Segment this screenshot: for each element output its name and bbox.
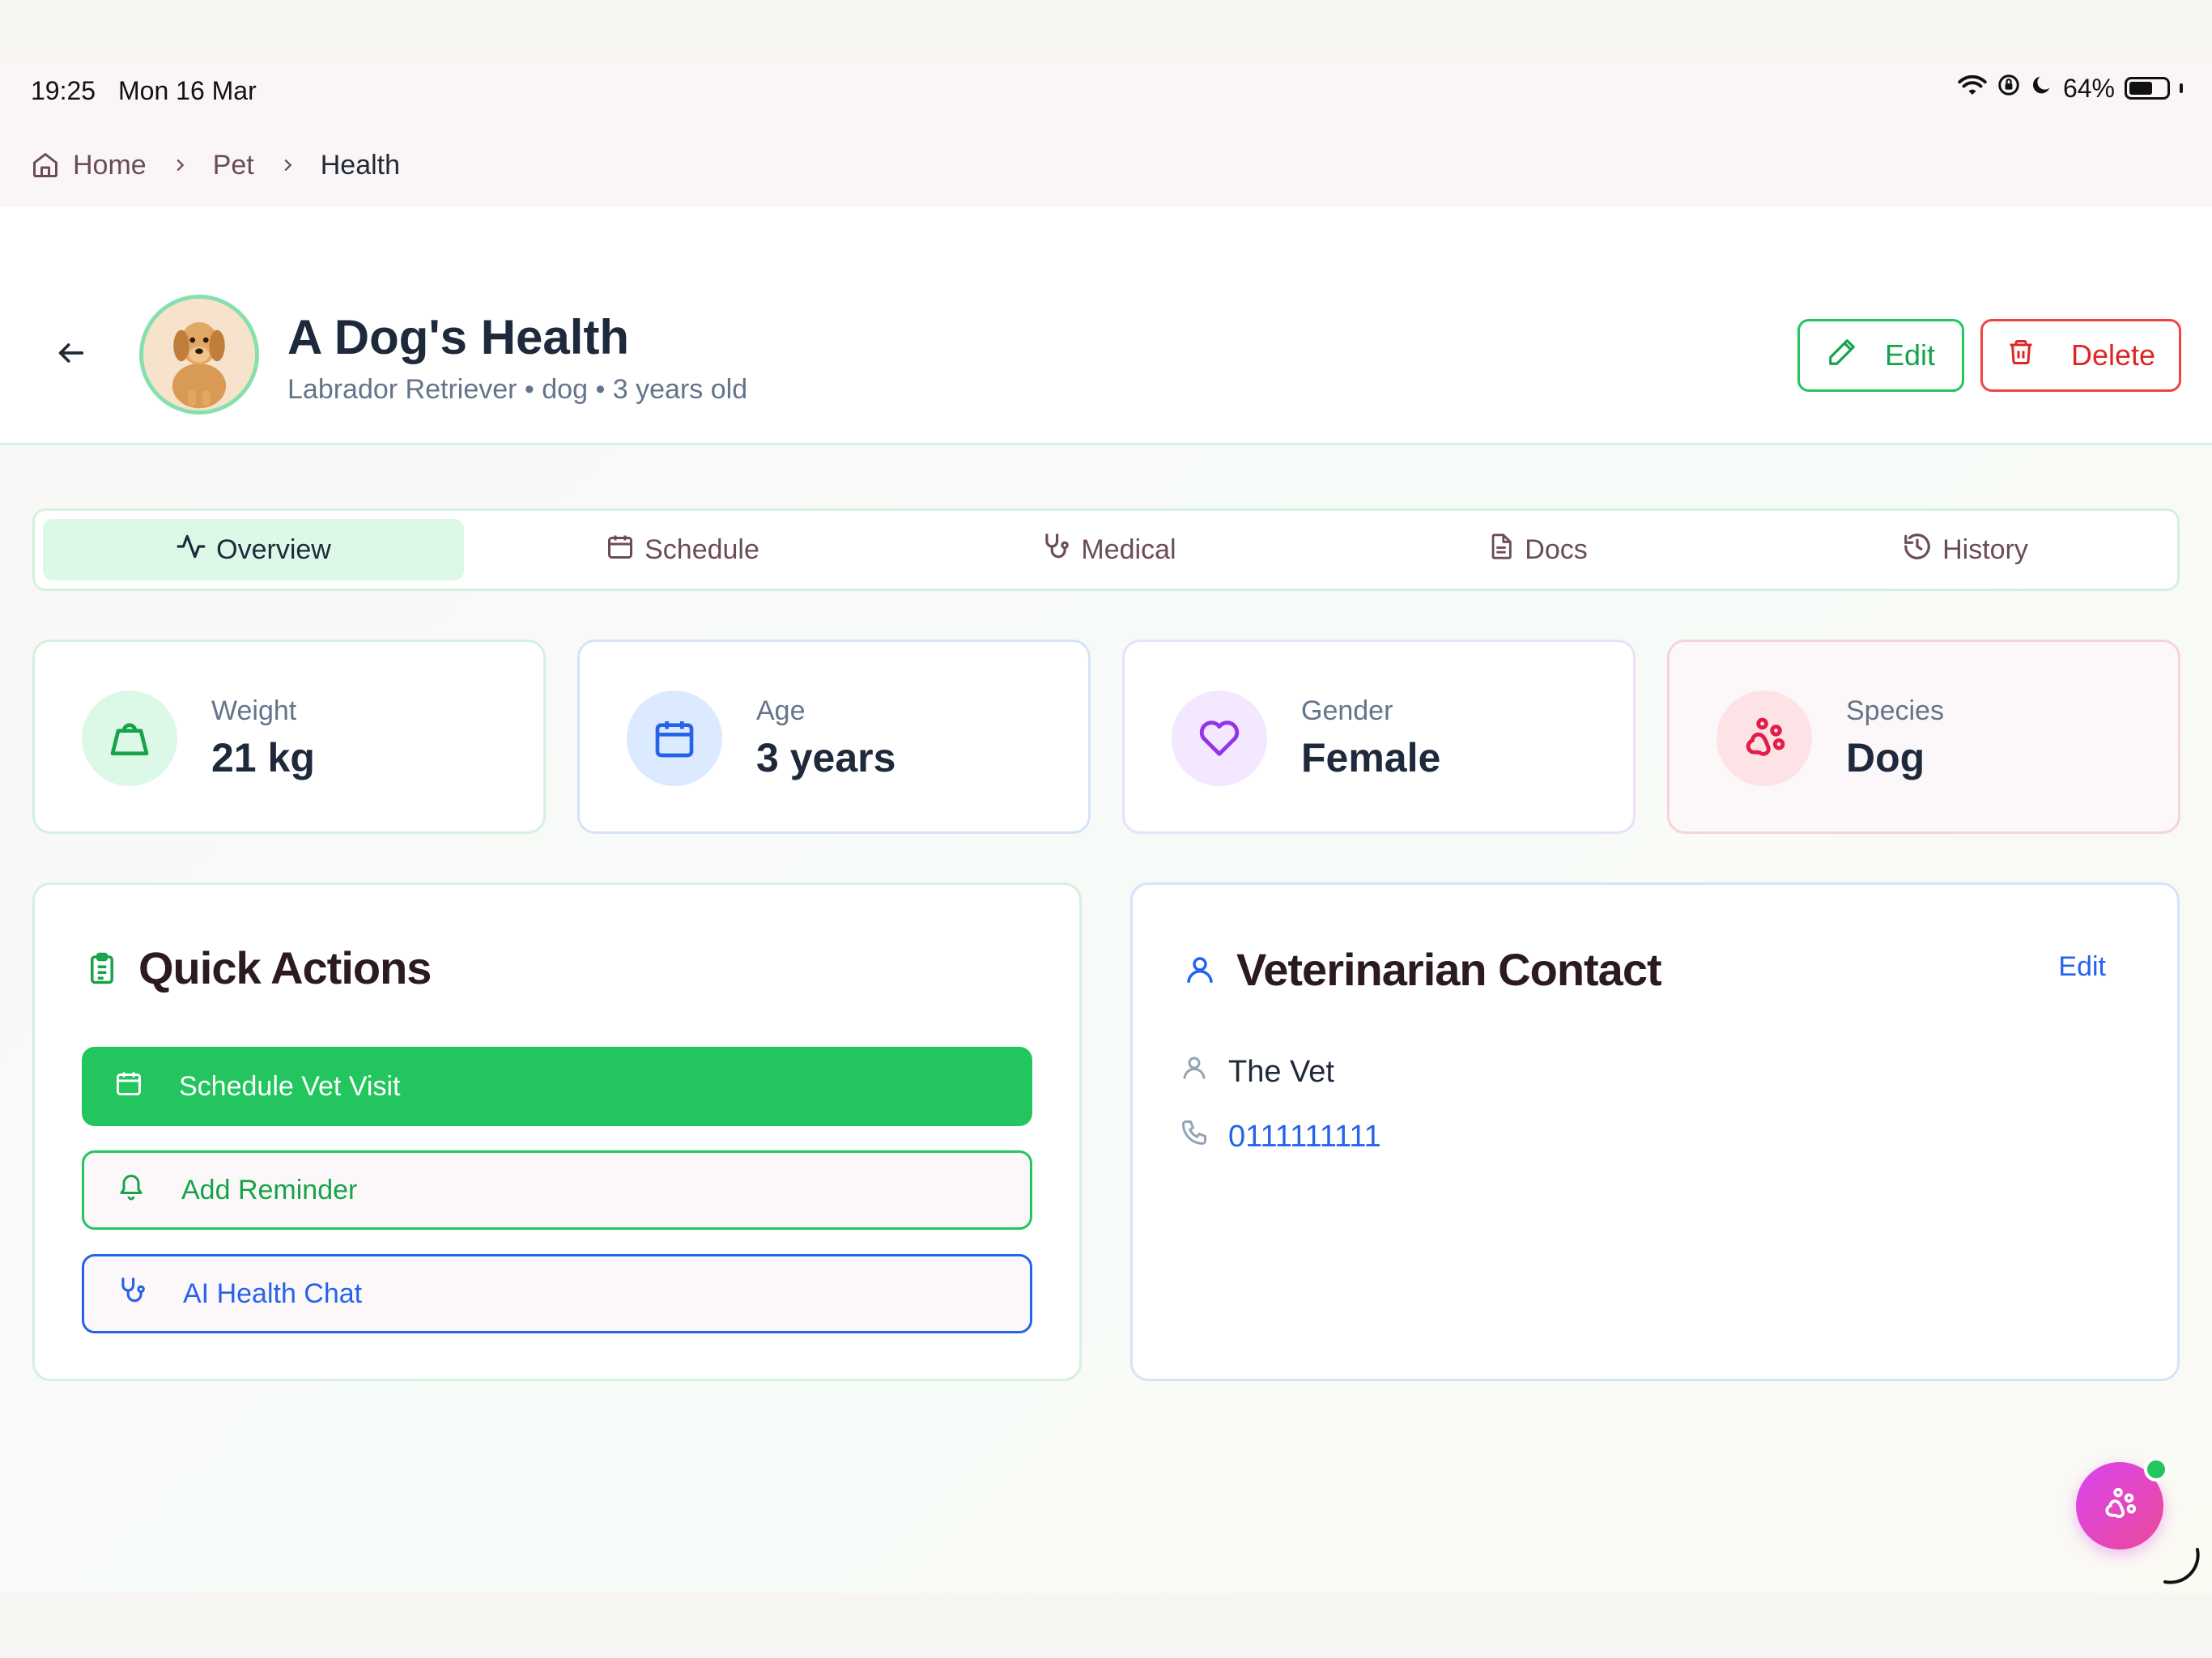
- bottom-band: [0, 1593, 2212, 1658]
- stat-card-gender: Gender Female: [1122, 640, 1636, 834]
- battery-nub: [2180, 83, 2183, 93]
- calendar-icon: [627, 691, 722, 786]
- trash-icon: [2006, 337, 2035, 375]
- breadcrumb-home[interactable]: Home: [73, 150, 147, 181]
- status-bar: 19:25 Mon 16 Mar 64%: [0, 58, 2212, 123]
- battery-percent: 64%: [2062, 73, 2115, 103]
- stat-label: Gender: [1301, 695, 1393, 726]
- orientation-lock-icon: [1997, 73, 2021, 104]
- user-icon: [1183, 951, 1217, 993]
- button-label: Add Reminder: [181, 1174, 358, 1205]
- breadcrumb: Home Pet Health: [0, 123, 2212, 207]
- back-arrow-icon[interactable]: [55, 337, 87, 373]
- delete-button-label: Delete: [2070, 338, 2156, 372]
- paw-icon: [1716, 691, 1812, 786]
- chevron-right-icon: [171, 156, 189, 174]
- stat-label: Species: [1846, 695, 1944, 726]
- breadcrumb-health: Health: [320, 149, 401, 181]
- phone-icon: [1180, 1118, 1209, 1155]
- delete-button[interactable]: Delete: [1980, 319, 2181, 392]
- document-icon: [1487, 531, 1515, 569]
- stat-label: Weight: [211, 695, 297, 726]
- stat-value: Female: [1301, 735, 1441, 780]
- tab-label: Overview: [216, 534, 331, 565]
- pet-header: A Dog's Health Labrador Retriever • dog …: [0, 207, 2212, 445]
- tab-medical[interactable]: Medical: [898, 519, 1319, 580]
- edit-button[interactable]: Edit: [1797, 319, 1964, 392]
- ai-health-chat-button[interactable]: AI Health Chat: [82, 1254, 1032, 1333]
- quick-actions-title: Quick Actions: [138, 942, 432, 993]
- battery-fill: [2129, 82, 2152, 95]
- add-reminder-button[interactable]: Add Reminder: [82, 1150, 1032, 1230]
- moon-icon: [2031, 73, 2053, 104]
- tab-bar: Overview Schedule Medical Docs History: [32, 508, 2180, 591]
- tab-label: Schedule: [644, 534, 759, 565]
- tab-overview[interactable]: Overview: [43, 519, 464, 580]
- wifi-icon: [1958, 73, 1987, 104]
- vet-name: The Vet: [1228, 1054, 1334, 1089]
- dog-photo: [143, 299, 255, 410]
- pencil-icon: [1827, 337, 1857, 375]
- status-date: Mon 16 Mar: [118, 76, 257, 105]
- edit-button-label: Edit: [1884, 338, 1936, 372]
- paw-icon: [2101, 1486, 2138, 1527]
- person-icon: [1180, 1053, 1209, 1090]
- quick-actions-panel: Quick Actions Schedule Vet Visit Add Rem…: [32, 882, 1082, 1381]
- tab-schedule[interactable]: Schedule: [472, 519, 893, 580]
- veterinarian-contact-panel: Veterinarian Contact Edit The Vet 011111…: [1130, 882, 2180, 1381]
- vet-name-row: The Vet: [1180, 1053, 1334, 1090]
- heart-icon: [1172, 691, 1267, 786]
- online-status-dot: [2144, 1457, 2168, 1482]
- tab-label: History: [1942, 534, 2028, 565]
- breadcrumb-pet[interactable]: Pet: [213, 150, 254, 181]
- top-band: [0, 0, 2212, 58]
- vet-phone-row: 0111111111: [1180, 1118, 1381, 1155]
- pet-subtitle: Labrador Retriever • dog • 3 years old: [287, 374, 748, 405]
- history-icon: [1902, 531, 1933, 569]
- calendar-icon: [606, 532, 635, 568]
- button-label: Schedule Vet Visit: [179, 1070, 401, 1102]
- tab-docs[interactable]: Docs: [1327, 519, 1748, 580]
- calendar-icon: [114, 1069, 143, 1105]
- page-title: A Dog's Health: [287, 310, 630, 364]
- vet-contact-title: Veterinarian Contact: [1236, 944, 1662, 995]
- status-indicators: 64%: [1958, 73, 2183, 104]
- tab-label: Medical: [1081, 534, 1176, 565]
- weight-icon: [82, 691, 177, 786]
- tab-label: Docs: [1525, 534, 1588, 565]
- corner-arc-icon: [2160, 1545, 2202, 1591]
- tab-history[interactable]: History: [1755, 519, 2176, 580]
- clipboard-icon: [85, 950, 119, 991]
- button-label: AI Health Chat: [183, 1278, 363, 1309]
- home-icon[interactable]: [31, 151, 60, 180]
- schedule-vet-visit-button[interactable]: Schedule Vet Visit: [82, 1047, 1032, 1126]
- stat-value: Dog: [1846, 735, 1925, 780]
- battery-icon: [2125, 77, 2170, 100]
- activity-icon: [176, 531, 206, 569]
- stat-value: 3 years: [756, 735, 896, 780]
- bell-icon: [117, 1171, 146, 1209]
- pet-avatar: [139, 295, 259, 414]
- stat-label: Age: [756, 695, 806, 726]
- status-time: 19:25: [31, 76, 96, 105]
- stat-card-age: Age 3 years: [577, 640, 1091, 834]
- stethoscope-icon: [1040, 531, 1071, 569]
- stat-card-species: Species Dog: [1667, 640, 2180, 834]
- chevron-right-icon: [279, 156, 296, 174]
- stethoscope-icon: [117, 1275, 147, 1313]
- vet-phone-link[interactable]: 0111111111: [1228, 1120, 1381, 1154]
- stat-value: 21 kg: [211, 735, 315, 780]
- vet-edit-link[interactable]: Edit: [2058, 951, 2106, 983]
- stat-card-weight: Weight 21 kg: [32, 640, 546, 834]
